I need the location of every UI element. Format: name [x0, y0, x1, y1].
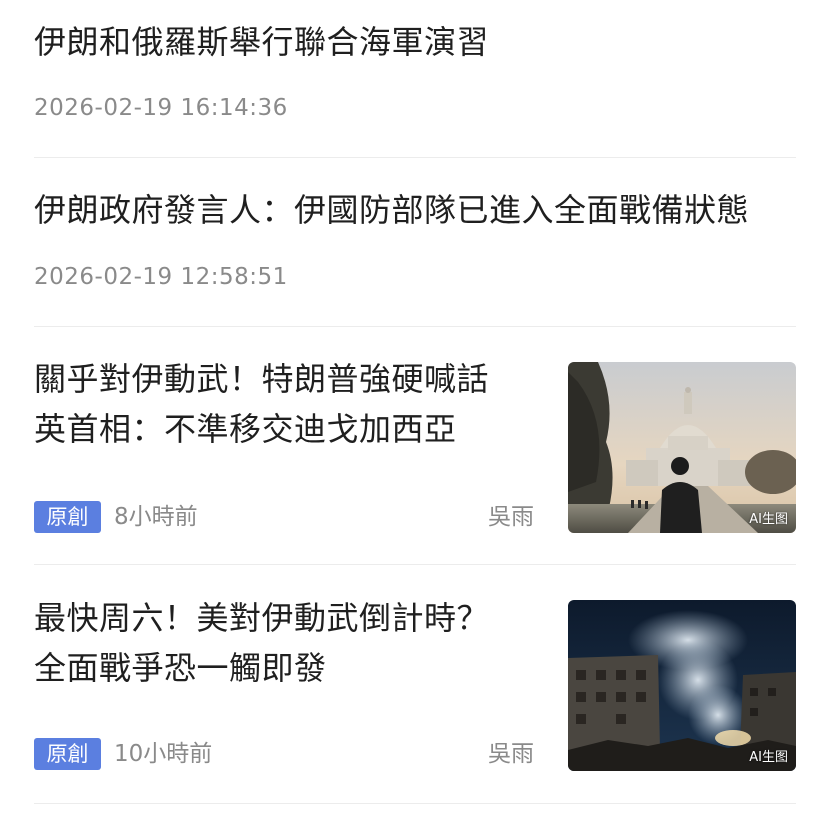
news-title[interactable]: 關乎對伊動武！特朗普強硬喊話 英首相：不準移交迪戈加西亞: [34, 354, 534, 454]
news-age: 8小時前: [114, 504, 198, 530]
news-title-line: 英首相：不準移交迪戈加西亞: [34, 410, 457, 448]
news-author[interactable]: 吳雨: [488, 501, 534, 533]
ai-generated-tag: AI生图: [749, 512, 788, 527]
news-item[interactable]: 最快周六！美對伊動武倒計時？ 全面戰爭恐一觸即發 原創 10小時前 吳雨 AI生…: [34, 565, 796, 803]
original-badge: 原創: [34, 738, 101, 770]
original-badge: 原創: [34, 501, 101, 533]
news-timestamp: 2026-02-19 16:14:36: [34, 95, 288, 121]
news-author[interactable]: 吳雨: [488, 738, 534, 770]
news-item[interactable]: 伊朗和俄羅斯舉行聯合海軍演習 2026-02-19 16:14:36: [34, 0, 796, 157]
news-title-line: 關乎對伊動武！特朗普強硬喊話: [34, 360, 490, 398]
news-title-line: 最快周六！美對伊動武倒計時？: [34, 599, 490, 637]
news-meta: 原創 10小時前 吳雨: [34, 738, 534, 770]
news-title-line: 全面戰爭恐一觸即發: [34, 649, 327, 687]
ruined-city-image[interactable]: AI生图: [568, 600, 796, 771]
ai-generated-tag: AI生图: [749, 750, 788, 765]
divider: [34, 803, 796, 804]
capitol-building-image[interactable]: AI生图: [568, 362, 796, 533]
news-title[interactable]: 伊朗政府發言人：伊國防部隊已進入全面戰備狀態: [34, 185, 749, 235]
news-item[interactable]: 伊朗政府發言人：伊國防部隊已進入全面戰備狀態 2026-02-19 12:58:…: [34, 158, 796, 326]
news-title[interactable]: 伊朗和俄羅斯舉行聯合海軍演習: [34, 17, 489, 67]
news-item[interactable]: 關乎對伊動武！特朗普強硬喊話 英首相：不準移交迪戈加西亞 原創 8小時前 吳雨: [34, 327, 796, 564]
news-title[interactable]: 最快周六！美對伊動武倒計時？ 全面戰爭恐一觸即發: [34, 593, 534, 693]
news-feed: 伊朗和俄羅斯舉行聯合海軍演習 2026-02-19 16:14:36 伊朗政府發…: [0, 0, 829, 819]
news-timestamp: 2026-02-19 12:58:51: [34, 264, 288, 290]
news-age: 10小時前: [114, 741, 213, 767]
news-meta: 原創 8小時前 吳雨: [34, 501, 534, 533]
